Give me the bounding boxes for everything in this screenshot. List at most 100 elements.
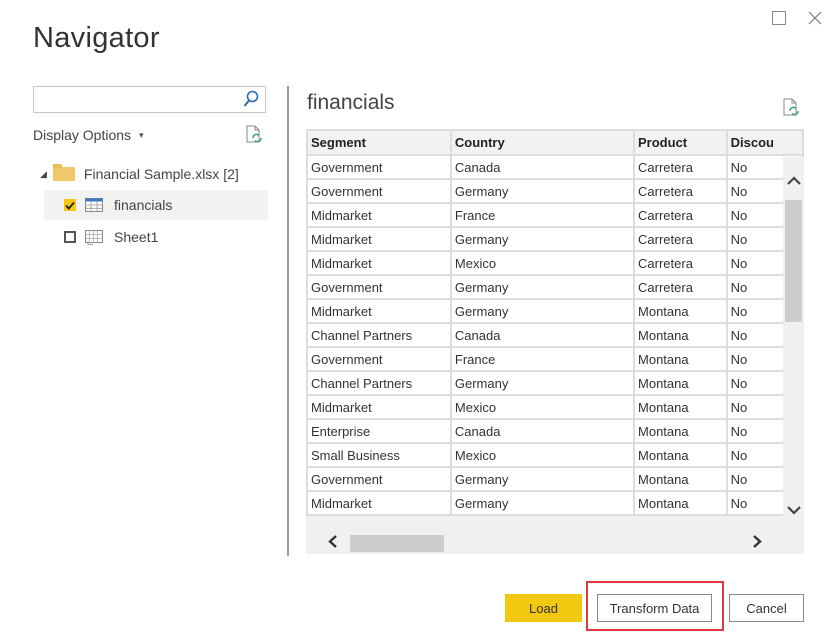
table-cell: Mexico (449, 394, 636, 420)
table-cell: Montana (633, 442, 728, 468)
table-cell: Germany (449, 466, 636, 492)
table-row: Government Canada Carretera No (306, 154, 804, 180)
table-cell: Channel Partners (306, 322, 452, 348)
table-header-row: Segment Country Product Discou (306, 129, 804, 156)
table-cell: Carretera (633, 274, 728, 300)
load-button[interactable]: Load (505, 594, 582, 622)
table-cell: Germany (449, 178, 636, 204)
checkbox-financials[interactable] (64, 199, 76, 211)
expand-toggle-icon[interactable]: ◢ (40, 169, 47, 180)
table-cell: Germany (449, 490, 636, 516)
table-row: Government Germany Carretera No (306, 274, 804, 300)
search-input[interactable] (38, 87, 242, 113)
tree-item-financials[interactable]: financials (44, 190, 268, 220)
table-row: Enterprise Canada Montana No (306, 418, 804, 444)
table-cell: Midmarket (306, 490, 452, 516)
table-icon (85, 198, 103, 212)
transform-data-button[interactable]: Transform Data (597, 594, 712, 622)
table-row: Midmarket Mexico Carretera No (306, 250, 804, 276)
horizontal-scrollbar[interactable] (306, 528, 783, 554)
search-icon[interactable] (243, 90, 259, 108)
table-cell: Small Business (306, 442, 452, 468)
table-cell: Channel Partners (306, 370, 452, 396)
scroll-left-arrow-icon[interactable] (323, 532, 341, 550)
table-cell: Enterprise (306, 418, 452, 444)
column-header[interactable]: Segment (306, 129, 452, 156)
tree-item-sheet1[interactable]: Sheet1 (44, 222, 268, 252)
pane-divider[interactable] (287, 86, 289, 556)
table-cell: Canada (449, 418, 636, 444)
close-icon (808, 11, 822, 25)
preview-title: financials (307, 91, 395, 114)
preview-refresh-button[interactable] (783, 98, 799, 122)
table-cell: Government (306, 154, 452, 180)
table-row: Midmarket Germany Montana No (306, 298, 804, 324)
table-row: Midmarket France Carretera No (306, 202, 804, 228)
scroll-down-arrow-icon[interactable] (783, 501, 804, 519)
table-cell: Government (306, 274, 452, 300)
dialog-title: Navigator (33, 22, 160, 54)
checkbox-sheet1[interactable] (64, 231, 76, 243)
column-header[interactable]: Country (449, 129, 636, 156)
table-cell: France (449, 202, 636, 228)
table-cell: Montana (633, 418, 728, 444)
table-row: Government Germany Carretera No (306, 178, 804, 204)
tree-node-label: Financial Sample.xlsx [2] (83, 166, 239, 182)
table-cell: Montana (633, 466, 728, 492)
table-cell: Midmarket (306, 202, 452, 228)
table-row: Midmarket Mexico Montana No (306, 394, 804, 420)
preview-table: Segment Country Product Discou Government Ca… (306, 129, 804, 516)
table-cell: Mexico (449, 250, 636, 276)
table-row: Midmarket Germany Carretera No (306, 226, 804, 252)
maximize-icon (772, 11, 786, 25)
tree-item-label: financials (114, 197, 173, 213)
table-cell: Midmarket (306, 394, 452, 420)
checkmark-icon (65, 201, 75, 210)
display-options-dropdown[interactable]: Display Options ▾ (33, 127, 144, 143)
column-header[interactable]: Product (633, 129, 728, 156)
search-box[interactable] (33, 86, 266, 113)
table-cell: Carretera (633, 250, 728, 276)
maximize-button[interactable] (769, 8, 789, 28)
horizontal-scroll-thumb[interactable] (350, 535, 444, 552)
table-cell: Midmarket (306, 226, 452, 252)
folder-icon (52, 164, 75, 181)
table-cell: Germany (449, 274, 636, 300)
refresh-icon (246, 125, 262, 143)
chevron-down-icon: ▾ (139, 130, 144, 140)
table-cell: Montana (633, 346, 728, 372)
vertical-scroll-thumb[interactable] (785, 200, 802, 322)
scroll-up-arrow-icon[interactable] (783, 171, 804, 189)
table-cell: Carretera (633, 202, 728, 228)
table-cell: Carretera (633, 178, 728, 204)
table-cell: Government (306, 466, 452, 492)
table-row: Midmarket Germany Montana No (306, 490, 804, 516)
scroll-right-arrow-icon[interactable] (748, 532, 766, 550)
refresh-button[interactable] (246, 125, 262, 149)
preview-grid: Segment Country Product Discou Government Ca… (306, 129, 804, 554)
table-cell: Government (306, 346, 452, 372)
tree-node-workbook[interactable]: ◢ Financial Sample.xlsx [2] (40, 163, 239, 185)
table-cell: Carretera (633, 226, 728, 252)
table-cell: Canada (449, 154, 636, 180)
table-row: Government Germany Montana No (306, 466, 804, 492)
table-row: Channel Partners Canada Montana No (306, 322, 804, 348)
table-cell: Midmarket (306, 298, 452, 324)
table-row: Government France Montana No (306, 346, 804, 372)
table-cell: Midmarket (306, 250, 452, 276)
close-button[interactable] (805, 8, 825, 28)
cancel-button[interactable]: Cancel (729, 594, 804, 622)
table-cell: Montana (633, 490, 728, 516)
table-cell: Germany (449, 370, 636, 396)
table-cell: Government (306, 178, 452, 204)
table-cell: Germany (449, 226, 636, 252)
table-cell: Montana (633, 370, 728, 396)
table-cell: Germany (449, 298, 636, 324)
tree-item-label: Sheet1 (114, 229, 159, 245)
column-header[interactable]: Discou (725, 129, 804, 156)
table-row: Small Business Mexico Montana No (306, 442, 804, 468)
vertical-scrollbar[interactable] (783, 157, 804, 528)
table-cell: Montana (633, 394, 728, 420)
sheet-icon (85, 229, 103, 245)
table-cell: Mexico (449, 442, 636, 468)
